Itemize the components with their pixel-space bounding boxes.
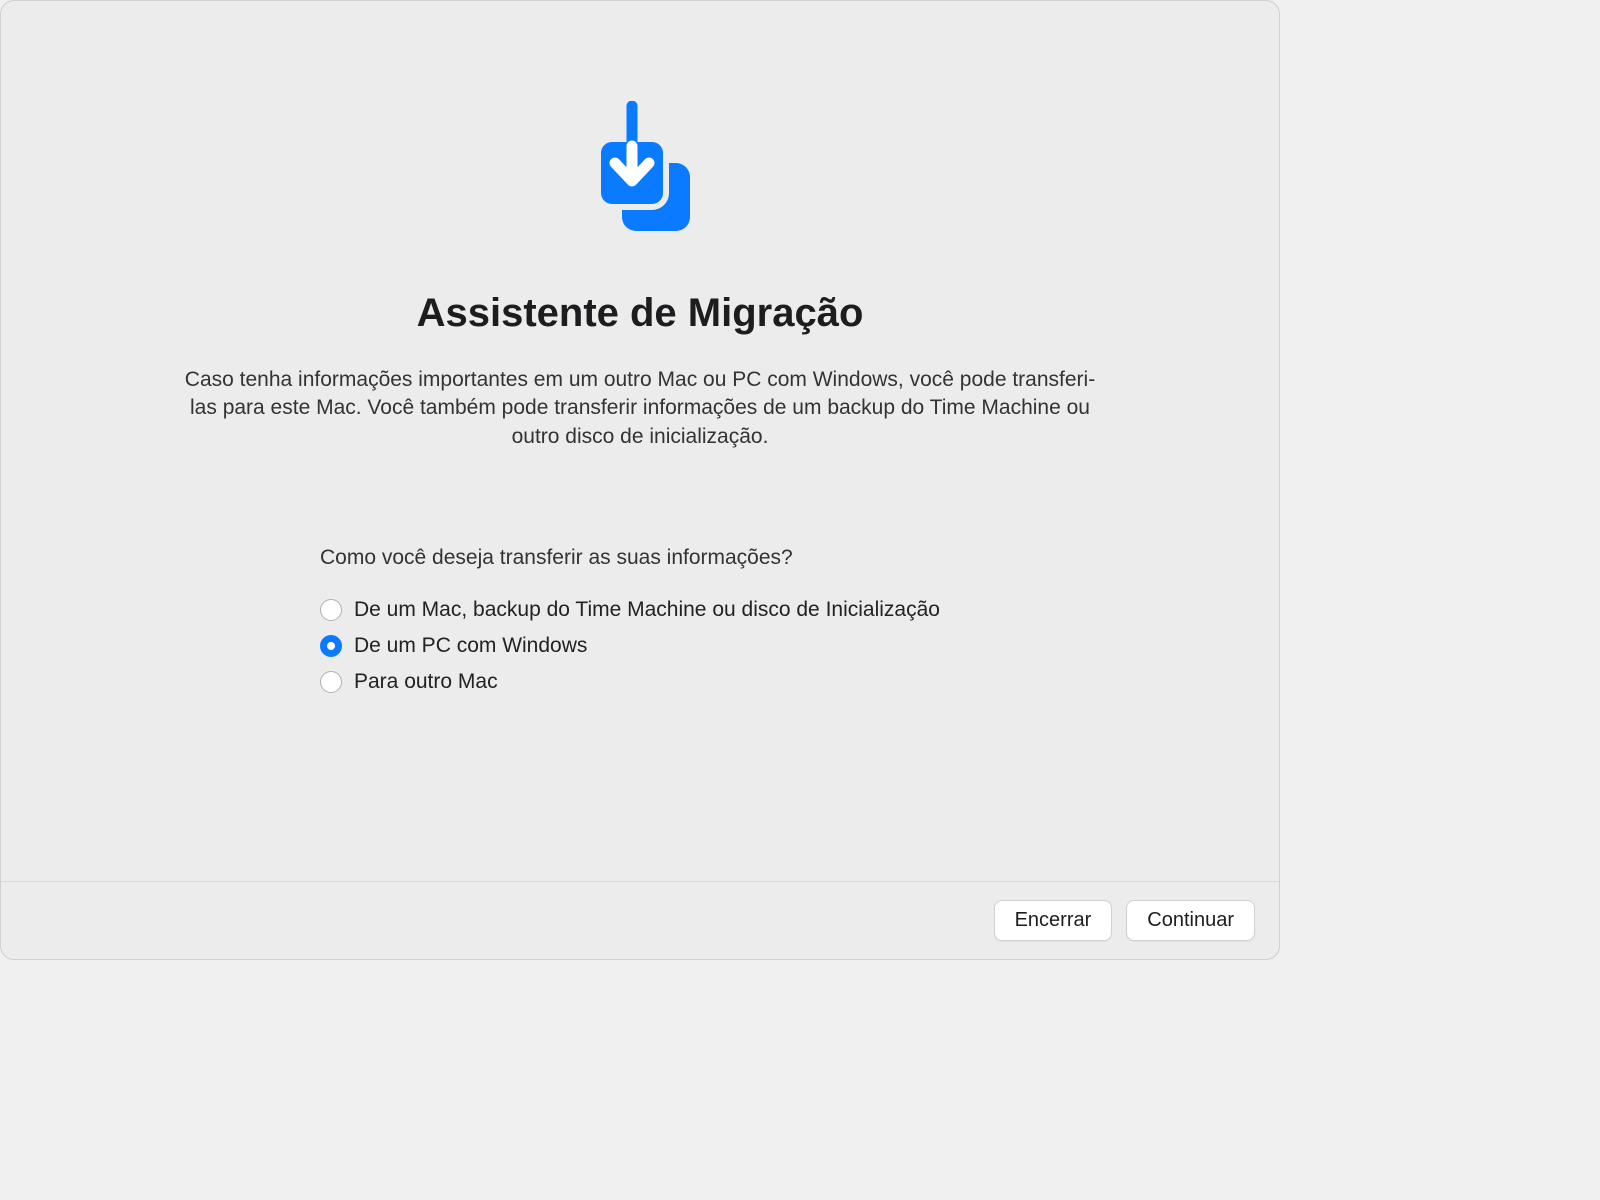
option-to-other-mac[interactable]: Para outro Mac [320,670,960,694]
option-from-pc[interactable]: De um PC com Windows [320,634,960,658]
main-content: Assistente de Migração Caso tenha inform… [1,1,1279,881]
page-description: Caso tenha informações importantes em um… [140,366,1140,451]
footer-bar: Encerrar Continuar [1,881,1279,959]
option-from-mac[interactable]: De um Mac, backup do Time Machine ou dis… [320,598,960,622]
option-from-pc-label: De um PC com Windows [354,634,587,658]
radio-from-mac[interactable] [320,599,342,621]
page-title: Assistente de Migração [417,291,864,336]
option-to-other-mac-label: Para outro Mac [354,670,498,694]
continue-button[interactable]: Continuar [1126,900,1255,941]
radio-to-other-mac[interactable] [320,671,342,693]
migration-icon [580,101,700,261]
transfer-options-group: De um Mac, backup do Time Machine ou dis… [320,598,960,694]
transfer-question: Como você deseja transferir as suas info… [320,546,960,570]
option-from-mac-label: De um Mac, backup do Time Machine ou dis… [354,598,940,622]
quit-button[interactable]: Encerrar [994,900,1113,941]
migration-assistant-window: Assistente de Migração Caso tenha inform… [0,0,1280,960]
radio-from-pc[interactable] [320,635,342,657]
